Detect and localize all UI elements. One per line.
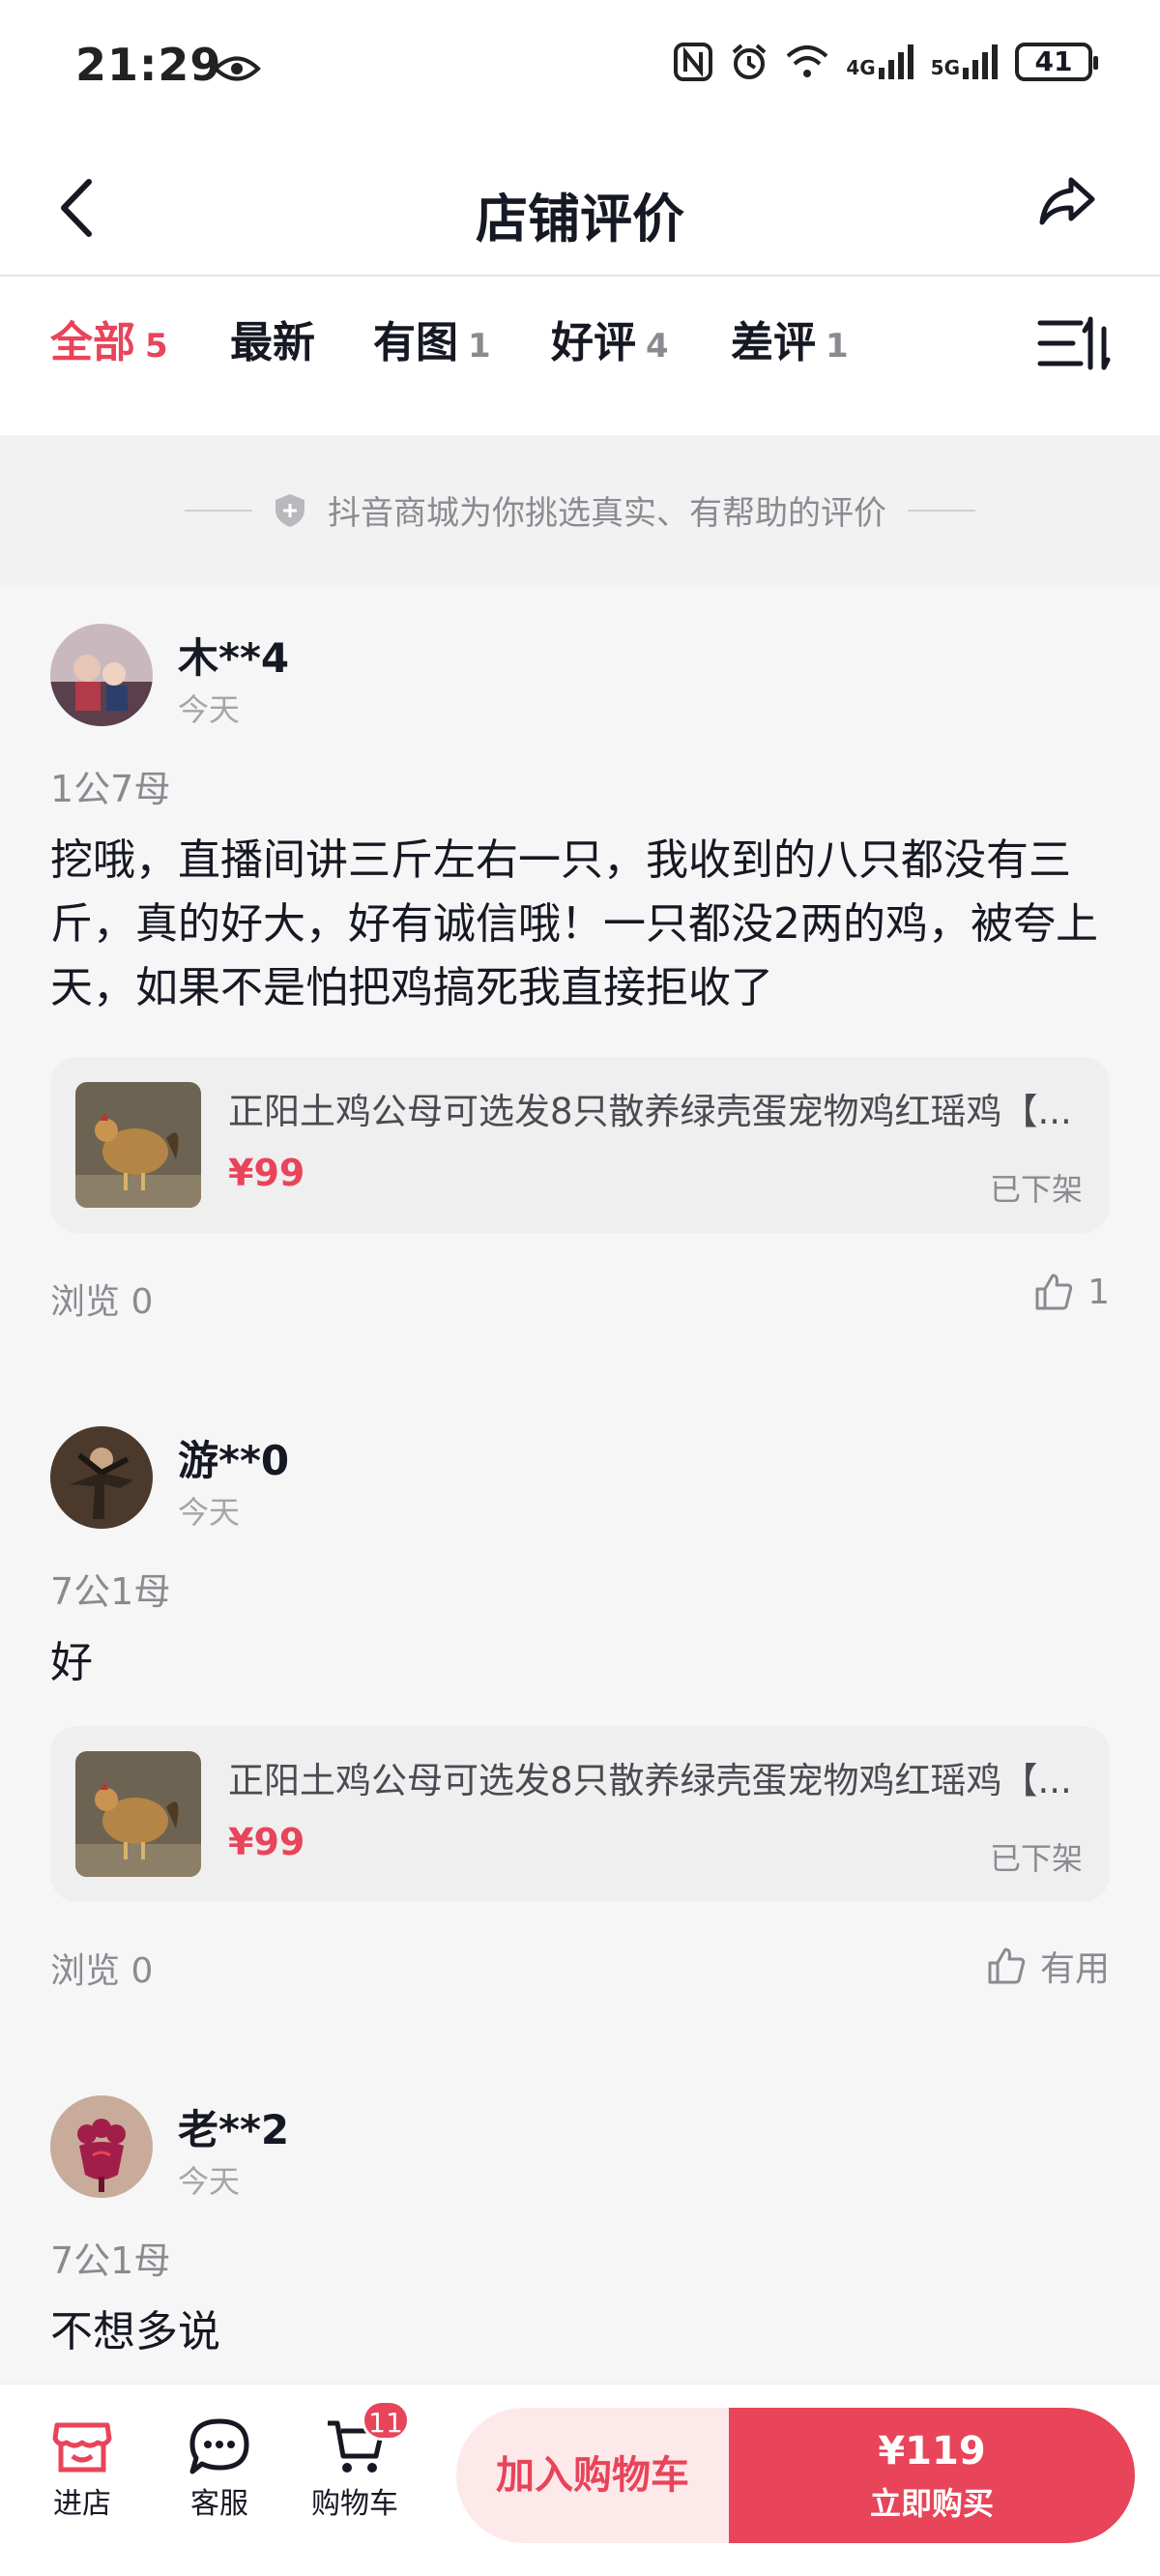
product-title: 正阳土鸡公母可选发8只散养绿壳蛋宠物鸡红瑶鸡【... bbox=[228, 1091, 1072, 1132]
thumbs-up-icon bbox=[1035, 1273, 1073, 1310]
product-price: ¥99 bbox=[228, 1821, 305, 1863]
buy-price: ¥119 bbox=[878, 2429, 986, 2474]
product-title: 正阳土鸡公母可选发8只散养绿壳蛋宠物鸡红瑶鸡【... bbox=[228, 1760, 1072, 1801]
navigation-bar: 店铺评价 bbox=[0, 145, 1160, 277]
product-image bbox=[75, 1751, 201, 1877]
review-list: 木**4 今天 1公7母 挖哦，直播间讲三斤左右一只，我收到的八只都没有三斤，真… bbox=[0, 585, 1160, 2384]
buy-now-label: 立即购买 bbox=[869, 2485, 994, 2522]
divider-left bbox=[185, 509, 252, 512]
service-label: 客服 bbox=[190, 2487, 248, 2521]
review-date: 今天 bbox=[178, 691, 241, 728]
signal-5g-label: 5G bbox=[930, 56, 960, 79]
product-price: ¥99 bbox=[228, 1152, 305, 1194]
avatar[interactable] bbox=[50, 2095, 153, 2198]
alarm-icon bbox=[732, 44, 767, 79]
sort-filter-icon[interactable] bbox=[1034, 309, 1112, 377]
notice-text: 抖音商城为你挑选真实、有帮助的评价 bbox=[328, 494, 886, 533]
review-date: 今天 bbox=[178, 1494, 241, 1531]
helpful-label: 有用 bbox=[1039, 1949, 1110, 1989]
shop-button[interactable]: 进店 bbox=[29, 2417, 135, 2522]
product-spec: 7公1母 bbox=[50, 1570, 171, 1613]
chat-bubble-icon bbox=[189, 2418, 249, 2474]
reviewer-name: 游**0 bbox=[178, 1437, 290, 1484]
page-title: 店铺评价 bbox=[476, 189, 684, 249]
status-icons: 4G 5G 41 bbox=[674, 43, 1098, 81]
review-text: 挖哦，直播间讲三斤左右一只，我收到的八只都没有三斤，真的好大，好有诚信哦！一只都… bbox=[50, 835, 1098, 1012]
cart-badge: 11 bbox=[362, 2400, 410, 2441]
signal-5g-icon: 5G bbox=[931, 44, 998, 79]
review-filter-tabs: 全部 5 最新 有图 1 好评 4 差评 1 bbox=[0, 290, 1160, 387]
tab-with-images[interactable]: 有图 1 bbox=[373, 307, 491, 369]
helpful-button[interactable]: 有用 bbox=[986, 1941, 1110, 1991]
signal-4g-icon: 4G bbox=[846, 44, 914, 79]
product-status: 已下架 bbox=[989, 1840, 1083, 1877]
avatar[interactable] bbox=[50, 624, 153, 726]
avatar[interactable] bbox=[50, 1426, 153, 1529]
view-count: 浏览 0 bbox=[50, 1951, 154, 1991]
view-count: 浏览 0 bbox=[50, 1282, 154, 1322]
like-count: 1 bbox=[1088, 1272, 1110, 1312]
product-spec: 7公1母 bbox=[50, 2239, 171, 2282]
divider-right bbox=[908, 509, 975, 512]
bottom-action-bar: 进店 客服 11 购物车 加入购物车 ¥119 立即购买 bbox=[0, 2384, 1160, 2576]
cart-button[interactable]: 11 购物车 bbox=[302, 2400, 410, 2522]
share-icon[interactable] bbox=[1034, 166, 1102, 234]
thumbs-up-icon bbox=[988, 1947, 1026, 1984]
authenticity-notice: 抖音商城为你挑选真实、有帮助的评价 bbox=[0, 435, 1160, 585]
top-area: 21:29 4G 5G 41 店铺评价 全部 5 最新 有图 1 好评 4 差评 1 bbox=[0, 0, 1160, 435]
buy-now-button[interactable]: ¥119 立即购买 bbox=[729, 2408, 1135, 2543]
review-date: 今天 bbox=[178, 2163, 241, 2200]
reviewer-name: 老**2 bbox=[178, 2106, 290, 2153]
tab-latest[interactable]: 最新 bbox=[230, 307, 315, 369]
store-icon bbox=[52, 2422, 112, 2473]
product-card[interactable]: 正阳土鸡公母可选发8只散养绿壳蛋宠物鸡红瑶鸡【... ¥99 已下架 bbox=[50, 1726, 1110, 1902]
nfc-icon bbox=[674, 43, 713, 81]
product-image bbox=[75, 1082, 201, 1208]
product-status: 已下架 bbox=[989, 1171, 1083, 1208]
review-text: 不想多说 bbox=[50, 2307, 220, 2356]
product-card[interactable]: 正阳土鸡公母可选发8只散养绿壳蛋宠物鸡红瑶鸡【... ¥99 已下架 bbox=[50, 1057, 1110, 1233]
tab-positive[interactable]: 好评 4 bbox=[551, 307, 669, 369]
status-time: 21:29 bbox=[75, 39, 222, 91]
status-bar: 21:29 4G 5G 41 bbox=[0, 0, 1160, 135]
signal-4g-label: 4G bbox=[846, 56, 876, 79]
reviewer-name: 木**4 bbox=[178, 634, 290, 682]
shop-label: 进店 bbox=[53, 2487, 111, 2521]
battery-icon: 41 bbox=[1015, 43, 1098, 81]
wifi-icon bbox=[786, 45, 828, 77]
customer-service-button[interactable]: 客服 bbox=[166, 2417, 273, 2522]
eye-icon bbox=[213, 56, 261, 81]
product-spec: 1公7母 bbox=[50, 768, 171, 810]
review-text: 好 bbox=[50, 1638, 93, 1687]
tab-negative[interactable]: 差评 1 bbox=[731, 307, 849, 369]
like-button[interactable]: 1 bbox=[1033, 1272, 1110, 1312]
tab-all[interactable]: 全部 5 bbox=[50, 307, 168, 369]
cart-label: 购物车 bbox=[311, 2487, 398, 2521]
shield-icon bbox=[276, 493, 304, 527]
add-to-cart-button[interactable]: 加入购物车 bbox=[456, 2408, 729, 2543]
